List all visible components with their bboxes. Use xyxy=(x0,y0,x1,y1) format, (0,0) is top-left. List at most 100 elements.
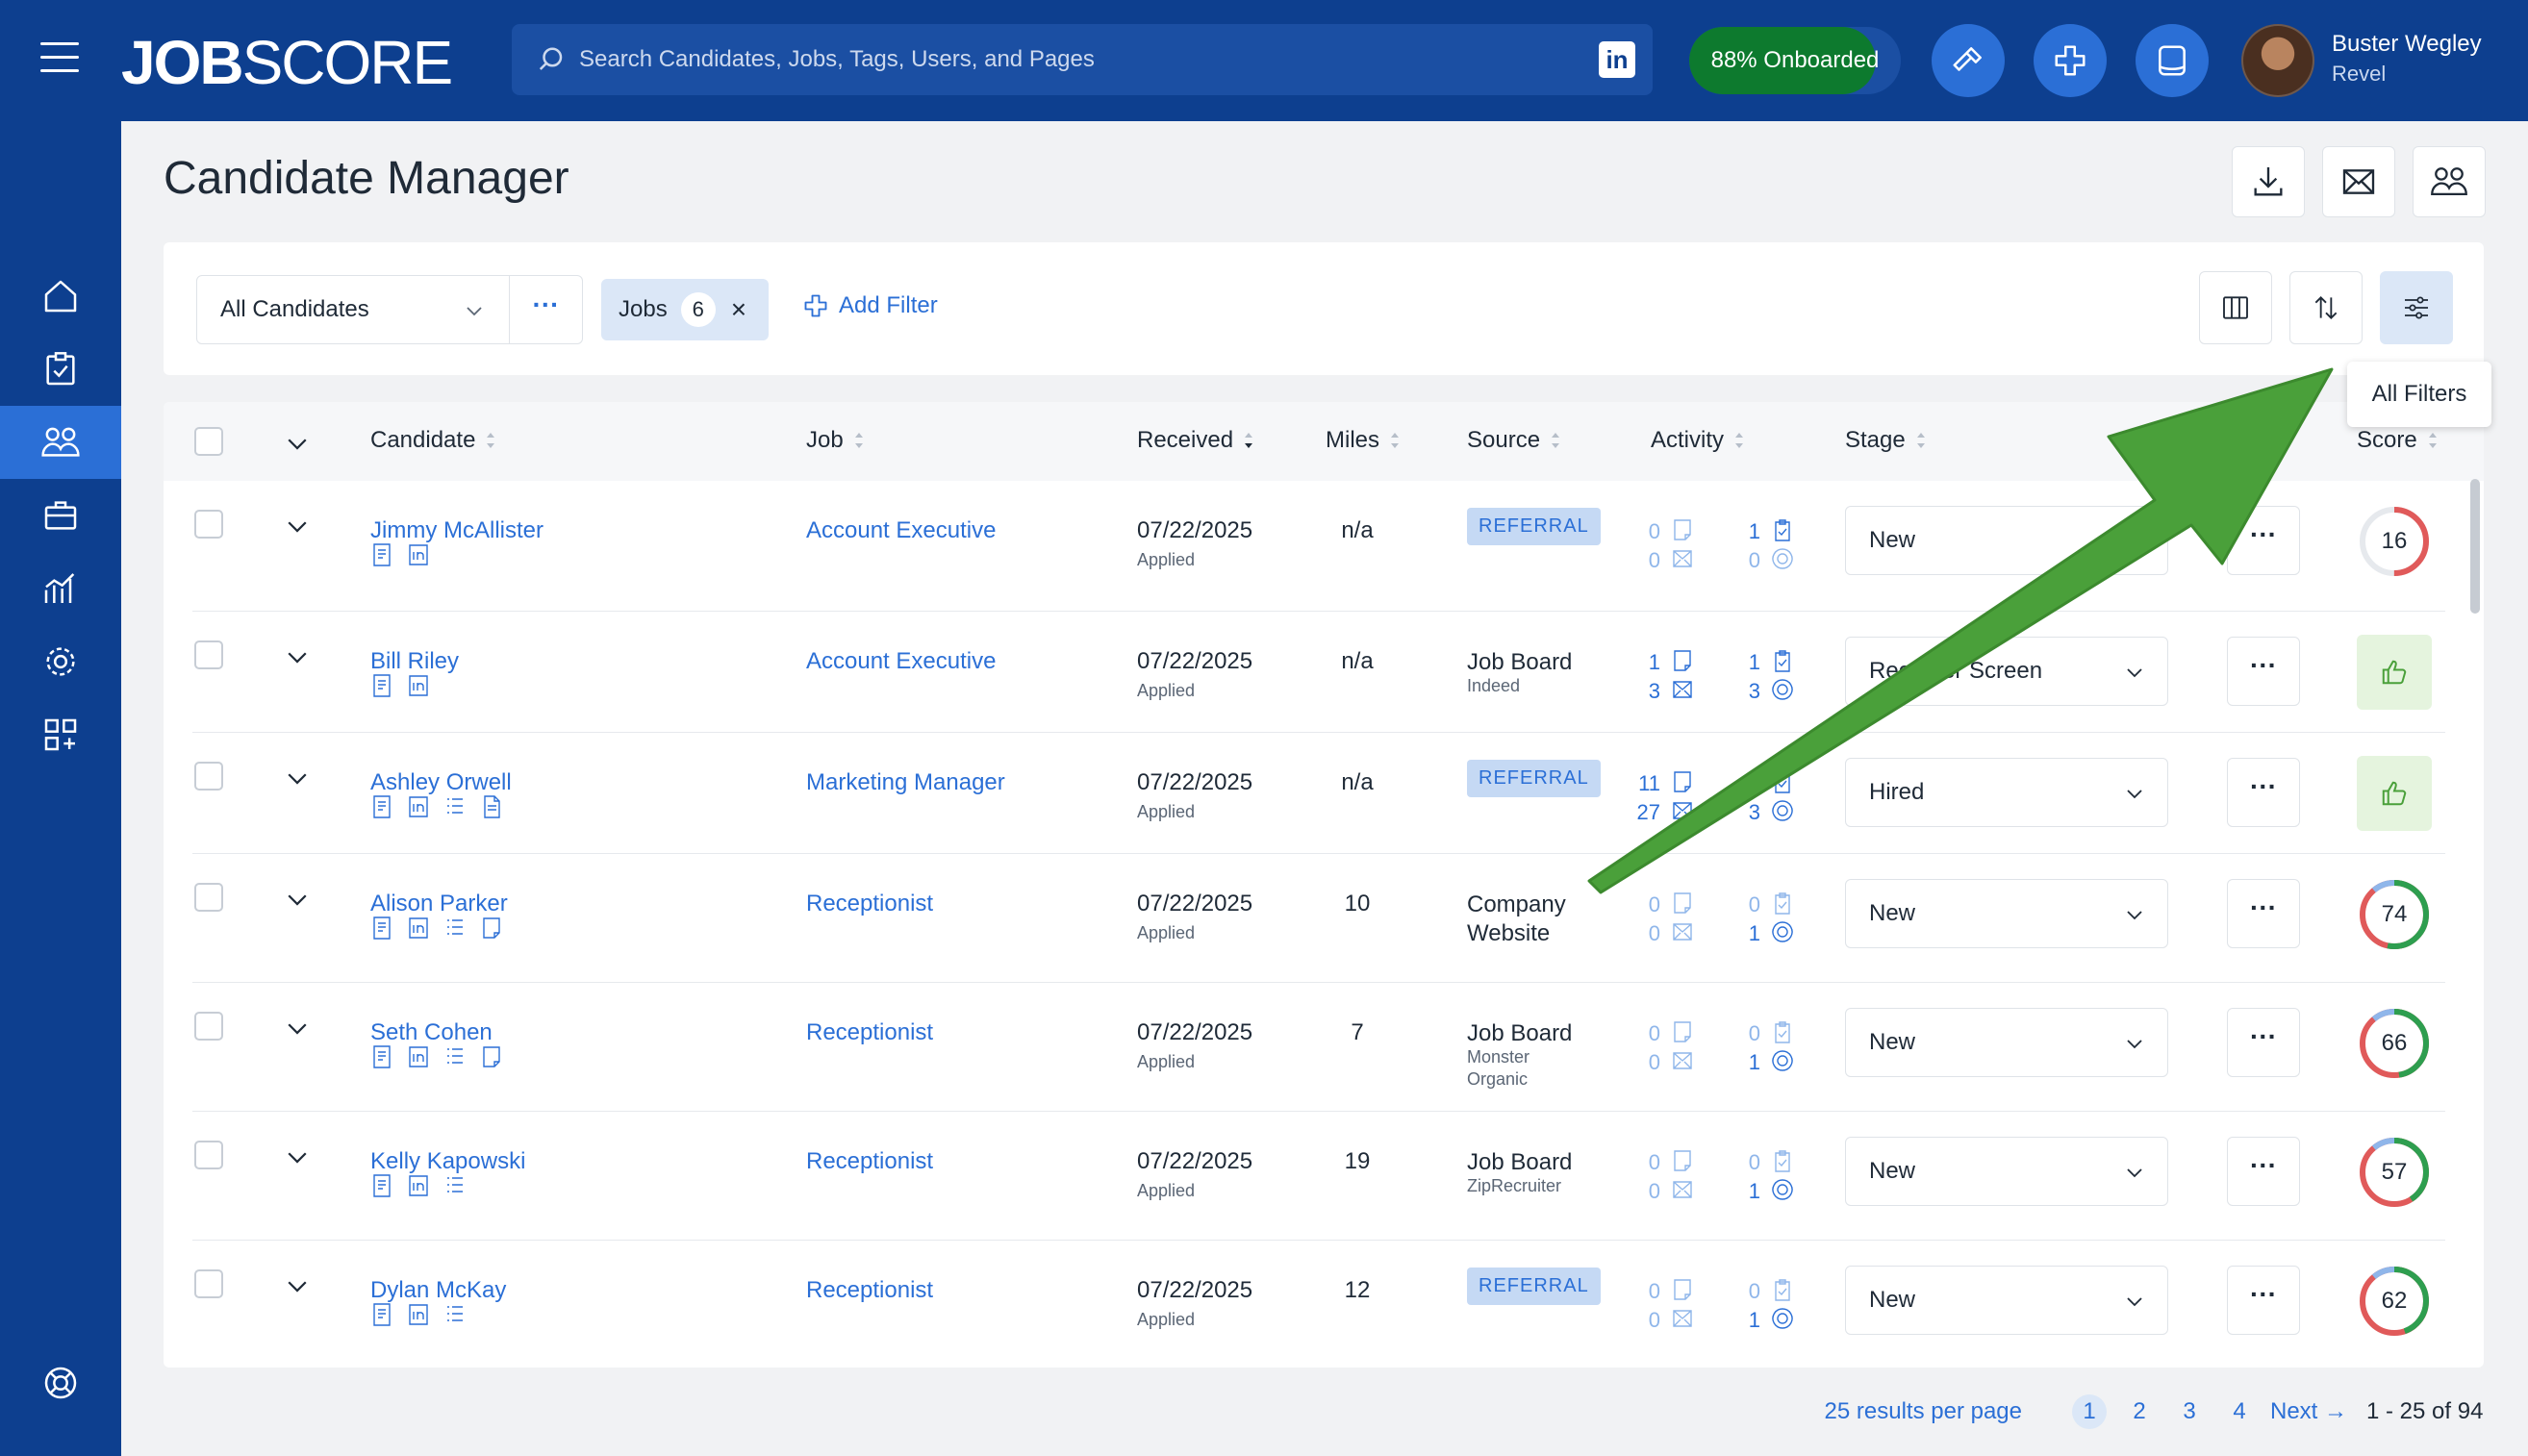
notes-count[interactable]: 11 xyxy=(1635,771,1660,796)
tasks-count[interactable]: 1 xyxy=(1735,519,1760,544)
emails-count[interactable]: 0 xyxy=(1635,1308,1660,1333)
tasks-count[interactable]: 0 xyxy=(1735,1021,1760,1046)
results-per-page[interactable]: 25 results per page xyxy=(1825,1398,2022,1425)
resume-icon[interactable] xyxy=(370,1044,393,1069)
linkedin-icon[interactable] xyxy=(407,1173,430,1198)
emails-count[interactable]: 0 xyxy=(1635,548,1660,573)
column-job[interactable]: Job xyxy=(806,427,865,454)
candidate-name-link[interactable]: Alison Parker xyxy=(370,891,508,917)
job-link[interactable]: Account Executive xyxy=(806,648,996,675)
tasks-count[interactable]: 0 xyxy=(1735,1150,1760,1175)
questionnaire-icon[interactable] xyxy=(443,916,467,941)
notes-count[interactable]: 0 xyxy=(1635,892,1660,917)
job-link[interactable]: Receptionist xyxy=(806,1277,933,1304)
emails-count[interactable]: 0 xyxy=(1635,921,1660,946)
notes-count[interactable]: 1 xyxy=(1635,650,1660,675)
stage-select[interactable]: New xyxy=(1845,506,2168,575)
avatar[interactable] xyxy=(2241,24,2314,97)
stage-select[interactable]: Recruiter Screen xyxy=(1845,637,2168,706)
next-page-link[interactable]: Next → xyxy=(2270,1398,2347,1425)
linkedin-icon[interactable]: in xyxy=(1599,41,1635,78)
candidate-view-select[interactable]: All Candidates xyxy=(196,275,510,344)
column-source[interactable]: Source xyxy=(1467,427,1561,454)
stage-select[interactable]: Hired xyxy=(1845,758,2168,827)
events-count[interactable]: 0 xyxy=(1735,548,1760,573)
jobs-filter-chip[interactable]: Jobs 6 × xyxy=(601,279,769,340)
row-actions-button[interactable]: ··· xyxy=(2227,1137,2300,1206)
job-link[interactable]: Receptionist xyxy=(806,891,933,917)
candidate-name-link[interactable]: Bill Riley xyxy=(370,648,459,675)
events-count[interactable]: 1 xyxy=(1735,921,1760,946)
resume-icon[interactable] xyxy=(370,673,393,698)
emails-count[interactable]: 0 xyxy=(1635,1179,1660,1204)
add-filter-button[interactable]: Add Filter xyxy=(802,292,938,319)
candidate-name-link[interactable]: Dylan McKay xyxy=(370,1277,506,1304)
chevron-down-icon[interactable] xyxy=(283,642,312,671)
row-checkbox[interactable] xyxy=(194,883,223,912)
tasks-count[interactable]: 1 xyxy=(1735,650,1760,675)
nav-tasks[interactable] xyxy=(0,333,121,406)
onboarding-progress[interactable]: 88% Onboarded xyxy=(1689,27,1901,94)
team-button[interactable] xyxy=(2413,146,2486,217)
view-options-button[interactable]: ··· xyxy=(510,275,583,344)
linkedin-icon[interactable] xyxy=(407,794,430,819)
nav-help[interactable] xyxy=(0,1346,121,1419)
candidate-name-link[interactable]: Ashley Orwell xyxy=(370,769,512,796)
linkedin-icon[interactable] xyxy=(407,542,430,567)
job-link[interactable]: Account Executive xyxy=(806,517,996,544)
cover-letter-icon[interactable] xyxy=(480,794,503,819)
row-checkbox[interactable] xyxy=(194,762,223,791)
inbox-button[interactable] xyxy=(2136,24,2209,97)
candidate-name-link[interactable]: Kelly Kapowski xyxy=(370,1148,525,1175)
page-4[interactable]: 4 xyxy=(2222,1394,2257,1429)
events-count[interactable]: 3 xyxy=(1735,800,1760,825)
linkedin-icon[interactable] xyxy=(407,916,430,941)
chevron-down-icon[interactable] xyxy=(283,885,312,914)
questionnaire-icon[interactable] xyxy=(443,1302,467,1327)
resume-icon[interactable] xyxy=(370,916,393,941)
linkedin-icon[interactable] xyxy=(407,1044,430,1069)
column-miles[interactable]: Miles xyxy=(1326,427,1401,454)
download-button[interactable] xyxy=(2232,146,2305,217)
row-checkbox[interactable] xyxy=(194,1012,223,1041)
sort-button[interactable] xyxy=(2289,271,2363,344)
notes-count[interactable]: 0 xyxy=(1635,519,1660,544)
tasks-count[interactable]: 0 xyxy=(1735,892,1760,917)
stage-select[interactable]: New xyxy=(1845,1137,2168,1206)
tasks-count[interactable]: 0 xyxy=(1735,1279,1760,1304)
row-actions-button[interactable]: ··· xyxy=(2227,637,2300,706)
column-stage[interactable]: Stage xyxy=(1845,427,1927,454)
row-actions-button[interactable]: ··· xyxy=(2227,758,2300,827)
chevron-down-icon[interactable] xyxy=(283,1271,312,1300)
email-button[interactable] xyxy=(2322,146,2395,217)
page-2[interactable]: 2 xyxy=(2122,1394,2157,1429)
chevron-down-icon[interactable] xyxy=(283,429,312,458)
nav-apps[interactable] xyxy=(0,698,121,771)
linkedin-icon[interactable] xyxy=(407,1302,430,1327)
chevron-down-icon[interactable] xyxy=(283,1142,312,1171)
column-candidate[interactable]: Candidate xyxy=(370,427,496,454)
candidate-name-link[interactable]: Jimmy McAllister xyxy=(370,517,544,544)
resume-icon[interactable] xyxy=(370,542,393,567)
row-actions-button[interactable]: ··· xyxy=(2227,1266,2300,1335)
columns-button[interactable] xyxy=(2199,271,2272,344)
questionnaire-icon[interactable] xyxy=(443,794,467,819)
nav-settings[interactable] xyxy=(0,625,121,698)
events-count[interactable]: 1 xyxy=(1735,1179,1760,1204)
jobscore-logo[interactable]: JOBSCORE xyxy=(121,27,453,98)
column-received[interactable]: Received xyxy=(1137,427,1254,454)
table-scrollbar[interactable] xyxy=(2470,479,2480,614)
note-icon[interactable] xyxy=(480,916,503,941)
emails-count[interactable]: 27 xyxy=(1635,800,1660,825)
row-actions-button[interactable]: ··· xyxy=(2227,1008,2300,1077)
questionnaire-icon[interactable] xyxy=(443,1044,467,1069)
close-icon[interactable]: × xyxy=(731,294,746,325)
events-count[interactable]: 1 xyxy=(1735,1050,1760,1075)
user-name[interactable]: Buster Wegley xyxy=(2332,31,2482,58)
events-count[interactable]: 1 xyxy=(1735,1308,1760,1333)
row-checkbox[interactable] xyxy=(194,1141,223,1169)
menu-icon[interactable] xyxy=(40,42,79,73)
candidate-name-link[interactable]: Seth Cohen xyxy=(370,1019,493,1046)
nav-reports[interactable] xyxy=(0,552,121,625)
note-icon[interactable] xyxy=(480,1044,503,1069)
